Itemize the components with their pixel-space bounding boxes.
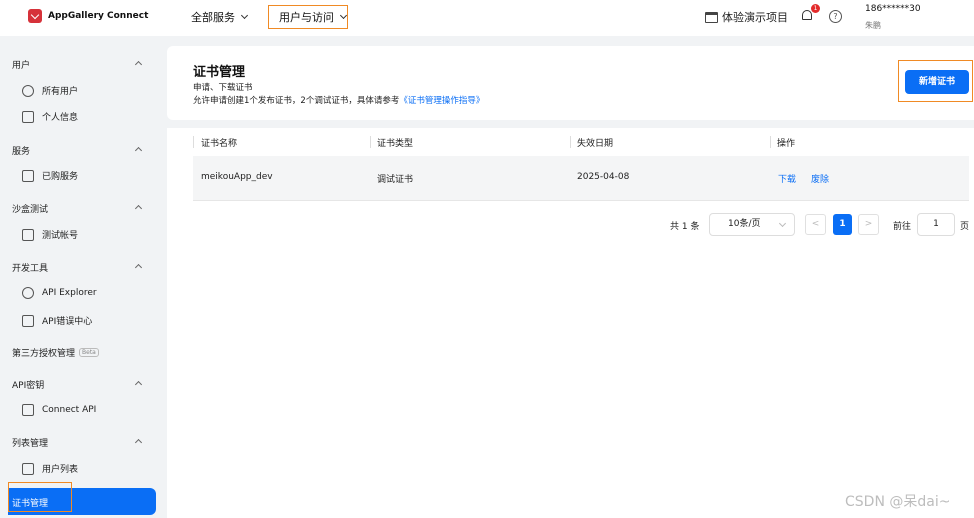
prev-page-button[interactable]: < xyxy=(805,214,826,235)
list-icon xyxy=(22,462,34,475)
page-number-current[interactable]: 1 xyxy=(833,214,852,235)
sidebar-item-user-list[interactable]: 用户列表 xyxy=(22,462,78,475)
sidebar-item-label: Connect API xyxy=(42,405,97,415)
cell-certificate-type: 调试证书 xyxy=(377,175,414,185)
terminal-icon xyxy=(22,404,34,416)
id-card-icon xyxy=(22,110,34,123)
page-limit-note: 允许申请创建1个发布证书，2个调试证书，具体请参考《证书管理操作指导》 xyxy=(193,94,484,106)
total-count: 共 1 条 xyxy=(670,222,700,232)
nav-all-services-label: 全部服务 xyxy=(191,11,235,24)
sidebar-item-label: 证书管理 xyxy=(12,499,49,509)
top-bar: AppGallery Connect 全部服务 用户与访问 体验演示项目 1 ?… xyxy=(0,0,974,36)
page-title: 证书管理 xyxy=(193,65,246,80)
chevron-up-icon[interactable] xyxy=(134,380,143,389)
chevron-up-icon[interactable] xyxy=(134,204,143,213)
sidebar-section-api-keys[interactable]: API密钥 xyxy=(12,378,44,391)
sidebar-item-test-accounts[interactable]: 测试帐号 xyxy=(22,228,78,241)
sidebar-item-api-error-center[interactable]: API错误中心 xyxy=(22,314,92,327)
chevron-up-icon[interactable] xyxy=(134,146,143,155)
chevron-down-icon xyxy=(240,11,249,20)
new-certificate-button[interactable]: 新增证书 xyxy=(905,70,969,94)
bag-icon xyxy=(22,169,34,182)
certificate-table-card: 证书名称 证书类型 失效日期 操作 meikouApp_dev 调试证书 202… xyxy=(167,128,974,518)
sidebar-item-personal-info[interactable]: 个人信息 xyxy=(22,110,78,123)
chevron-up-icon[interactable] xyxy=(134,60,143,69)
column-divider xyxy=(570,136,571,148)
sidebar-section-dev-tools[interactable]: 开发工具 xyxy=(12,261,48,274)
next-page-button[interactable]: > xyxy=(858,214,879,235)
download-link[interactable]: 下载 xyxy=(778,172,796,185)
column-header-expiry: 失效日期 xyxy=(577,139,614,149)
cube-icon xyxy=(22,228,34,241)
sidebar-section-list-management[interactable]: 列表管理 xyxy=(12,436,48,449)
demo-project-link[interactable]: 体验演示项目 xyxy=(705,9,788,25)
user-name: 朱鹏 xyxy=(865,21,881,30)
sidebar-item-label: 测试帐号 xyxy=(42,231,79,241)
app-logo[interactable]: AppGallery Connect xyxy=(28,9,148,23)
sidebar-item-label: API Explorer xyxy=(42,288,97,298)
sidebar-item-label: 所有用户 xyxy=(42,87,79,97)
column-divider xyxy=(370,136,371,148)
column-header-name: 证书名称 xyxy=(201,139,238,149)
revoke-link[interactable]: 废除 xyxy=(811,172,829,185)
cell-expiry-date: 2025-04-08 xyxy=(577,172,630,182)
chevron-down-icon xyxy=(339,11,348,20)
demo-project-label: 体验演示项目 xyxy=(722,11,788,24)
sidebar: 用户 所有用户 个人信息 服务 已购服务 沙盒测试 测试帐号 开发工具 API … xyxy=(0,46,160,518)
sidebar-section-sandbox[interactable]: 沙盒测试 xyxy=(12,202,48,215)
page-header-card: 证书管理 申请、下载证书 允许申请创建1个发布证书，2个调试证书，具体请参考《证… xyxy=(167,46,974,120)
sidebar-item-label: 用户列表 xyxy=(42,465,79,475)
cell-certificate-name: meikouApp_dev xyxy=(201,172,273,182)
page-size-value: 10条/页 xyxy=(728,219,761,229)
watermark: CSDN @呆dai~ xyxy=(845,494,951,510)
limit-note-text: 允许申请创建1个发布证书，2个调试证书，具体请参考 xyxy=(193,96,400,106)
nav-user-access-label: 用户与访问 xyxy=(279,11,334,24)
store-icon xyxy=(705,11,718,23)
sidebar-item-label: 已购服务 xyxy=(42,172,79,182)
goto-page-input[interactable]: 1 xyxy=(917,213,955,236)
column-divider xyxy=(770,136,771,148)
goto-label: 前往 xyxy=(893,222,912,232)
sidebar-item-label: API错误中心 xyxy=(42,317,93,327)
column-divider xyxy=(193,136,194,148)
sidebar-item-connect-api[interactable]: Connect API xyxy=(22,404,96,416)
column-header-type: 证书类型 xyxy=(377,139,414,149)
sidebar-item-all-users[interactable]: 所有用户 xyxy=(22,84,78,97)
nav-user-access[interactable]: 用户与访问 xyxy=(268,5,348,29)
user-id[interactable]: 186******30 xyxy=(865,4,921,14)
sidebar-section-services[interactable]: 服务 xyxy=(12,144,30,157)
nav-all-services[interactable]: 全部服务 xyxy=(191,9,249,25)
chevron-up-icon[interactable] xyxy=(134,263,143,272)
appgallery-logo-icon xyxy=(28,9,42,23)
chevron-up-icon[interactable] xyxy=(134,438,143,447)
sidebar-section-label: 第三方授权管理 xyxy=(12,349,76,359)
beta-badge: Beta xyxy=(79,348,99,357)
help-icon[interactable]: ? xyxy=(829,10,842,23)
page-unit-label: 页 xyxy=(960,222,970,232)
sidebar-section-third-party-auth[interactable]: 第三方授权管理 Beta xyxy=(12,346,99,359)
error-doc-icon xyxy=(22,314,34,327)
sidebar-item-api-explorer[interactable]: API Explorer xyxy=(22,287,97,299)
sidebar-item-label: 个人信息 xyxy=(42,113,79,123)
user-icon xyxy=(22,84,34,97)
guide-link[interactable]: 《证书管理操作指导》 xyxy=(399,96,484,106)
sidebar-section-users[interactable]: 用户 xyxy=(12,58,30,71)
page-size-select[interactable]: 10条/页 xyxy=(709,213,795,236)
logo-text: AppGallery Connect xyxy=(48,11,149,21)
chevron-down-icon xyxy=(778,219,787,228)
api-icon xyxy=(22,287,34,299)
row-divider xyxy=(193,200,969,201)
sidebar-item-purchased-services[interactable]: 已购服务 xyxy=(22,169,78,182)
page-description: 申请、下载证书 xyxy=(193,83,253,93)
notification-badge: 1 xyxy=(811,4,820,13)
column-header-actions: 操作 xyxy=(777,139,796,149)
